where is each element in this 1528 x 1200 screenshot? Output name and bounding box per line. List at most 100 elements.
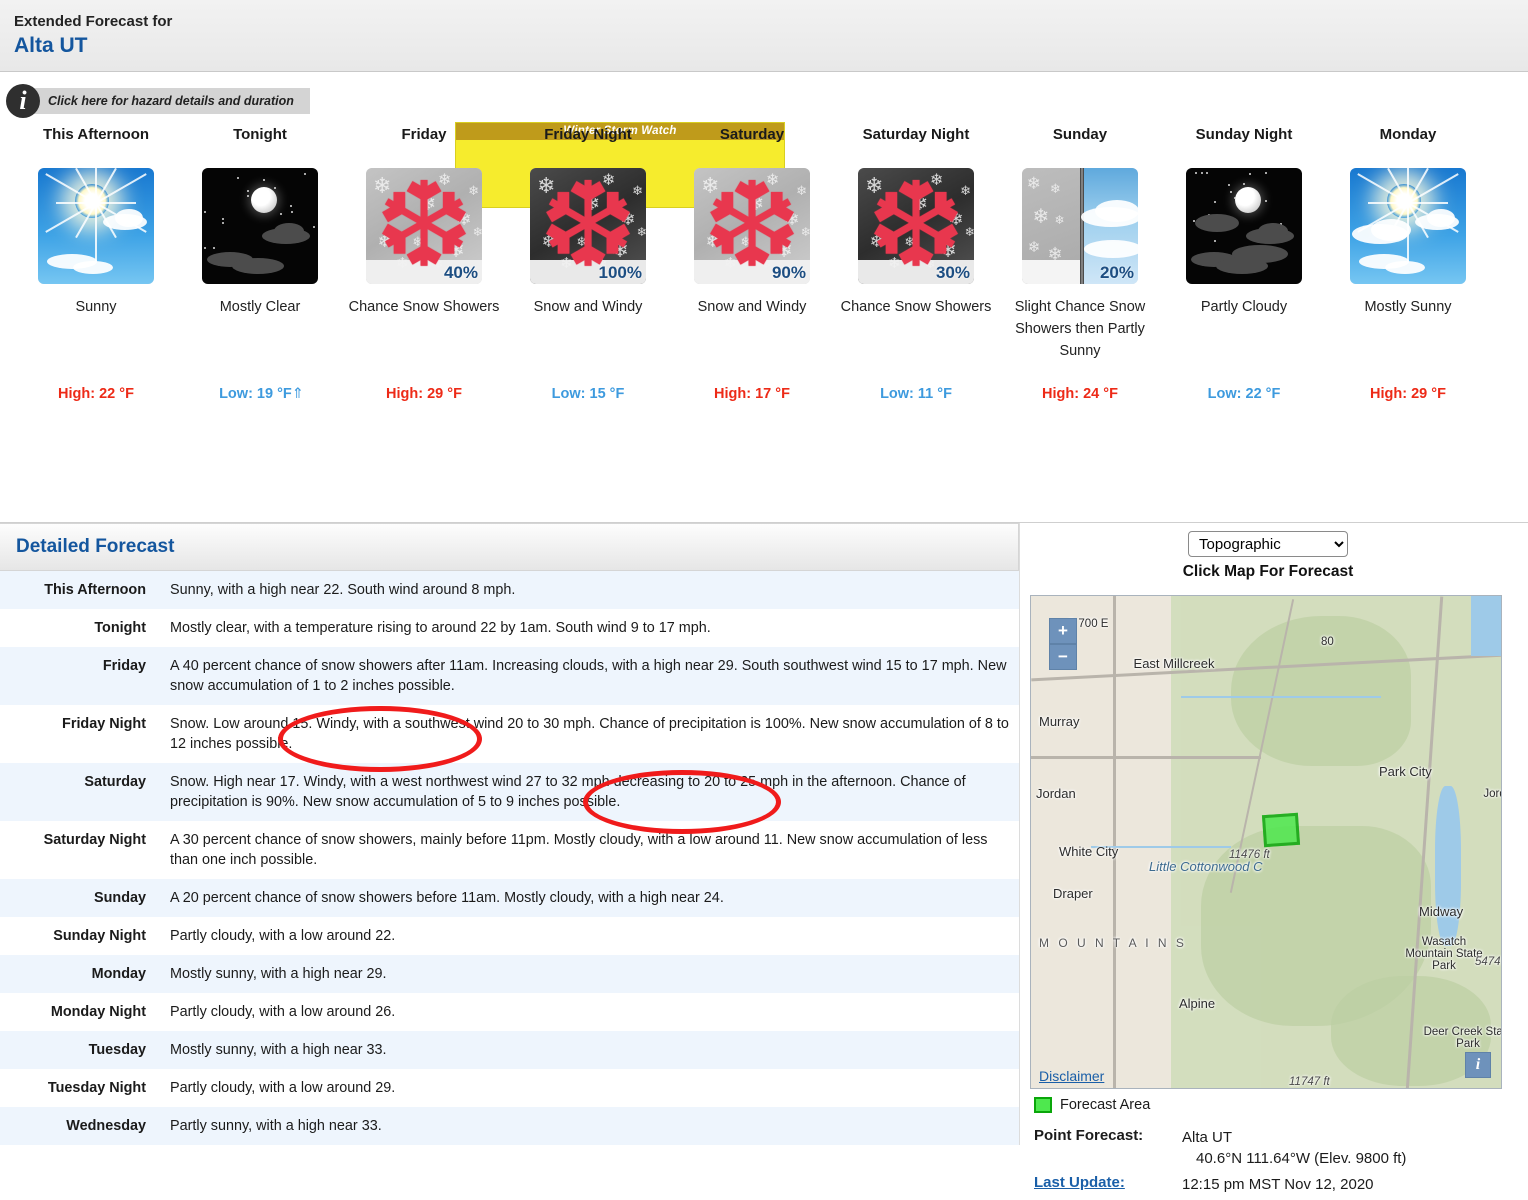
forecast-short-description: Snow and Windy xyxy=(670,296,834,384)
table-row: Sunday A 20 percent chance of snow shower… xyxy=(0,879,1019,917)
detailed-forecast-text: A 40 percent chance of snow showers afte… xyxy=(160,647,1019,705)
map-zoom-in-button[interactable]: + xyxy=(1049,618,1077,644)
forecast-column-1: Tonight Mostly Clear Low: 19 °F⇑ xyxy=(178,122,342,404)
page-header: Extended Forecast for Alta UT xyxy=(0,0,1528,72)
table-row: Tuesday Mostly sunny, with a high near 33… xyxy=(0,1031,1019,1069)
forecast-column-0: This Afternoon Sunny High: 22 °F xyxy=(14,122,178,404)
map-label: Deer Creek State Park xyxy=(1423,1026,1502,1050)
page-title: Alta UT xyxy=(14,33,1528,59)
partly-cloudy-night-icon[interactable] xyxy=(1186,168,1302,284)
detailed-forecast-text: Mostly sunny, with a high near 33. xyxy=(160,1031,1019,1069)
forecast-column-3: Friday Night ❄ ❄ ❄ ❄ ❄ ❄ ❄ ❄ ❄ ❄ ❄ ❄ ❆ 100% Snow and Wi… xyxy=(506,122,670,404)
detailed-forecast-text: A 30 percent chance of snow showers, mai… xyxy=(160,821,1019,879)
forecast-temperature: High: 24 °F xyxy=(998,384,1162,404)
detailed-forecast-text: Partly cloudy, with a low around 26. xyxy=(160,993,1019,1031)
map-disclaimer-link[interactable]: Disclaimer xyxy=(1039,1068,1104,1084)
forecast-short-description: Mostly Sunny xyxy=(1326,296,1490,384)
table-row: Saturday Night A 30 percent chance of sno… xyxy=(0,821,1019,879)
forecast-short-description: Slight Chance Snow Showers then Partly S… xyxy=(998,296,1162,384)
forecast-temperature: High: 17 °F xyxy=(670,384,834,404)
slight-chance-snow-then-partly-sunny-icon[interactable]: ❄❄❄❄❄❄❄20% xyxy=(1022,168,1138,284)
forecast-columns: This Afternoon Sunny High: 22 °F Tonight Mos… xyxy=(0,122,1528,404)
detailed-forecast-period-label: This Afternoon xyxy=(0,571,160,609)
detailed-forecast-period-label: Friday Night xyxy=(0,705,160,763)
map-label: 11747 ft xyxy=(1289,1076,1330,1088)
detailed-forecast-period-label: Saturday xyxy=(0,763,160,821)
point-forecast-coords: 40.6°N 111.64°W (Elev. 9800 ft) xyxy=(1182,1148,1406,1169)
snow-and-windy-night-icon[interactable]: ❄ ❄ ❄ ❄ ❄ ❄ ❄ ❄ ❄ ❄ ❄ ❄ ❆ 100% xyxy=(530,168,646,284)
map-label: Midway xyxy=(1419,904,1463,919)
precip-probability: 100% xyxy=(599,263,642,283)
forecast-temperature: Low: 22 °F xyxy=(1162,384,1326,404)
table-row: Tuesday Night Partly cloudy, with a low a… xyxy=(0,1069,1019,1107)
last-update-link[interactable]: Last Update: xyxy=(1034,1174,1182,1195)
point-forecast-value: Alta UT 40.6°N 111.64°W (Elev. 9800 ft) xyxy=(1182,1127,1406,1169)
detailed-forecast-table: This Afternoon Sunny, with a high near 22… xyxy=(0,571,1019,1145)
precip-probability: 20% xyxy=(1100,263,1134,283)
table-row: Friday A 40 percent chance of snow shower… xyxy=(0,647,1019,705)
last-update-value: 12:15 pm MST Nov 12, 2020 xyxy=(1182,1174,1374,1195)
last-update-row: Last Update: 12:15 pm MST Nov 12, 2020 xyxy=(1034,1174,1506,1195)
detailed-forecast-period-label: Friday xyxy=(0,647,160,705)
map-type-select[interactable]: Topographic xyxy=(1188,531,1348,557)
point-forecast-info: Point Forecast: Alta UT 40.6°N 111.64°W … xyxy=(1030,1127,1506,1195)
chance-snow-showers-night-icon[interactable]: ❄ ❄ ❄ ❄ ❄ ❄ ❄ ❄ ❄ ❄ ❄ ❄ ❆ 30% xyxy=(858,168,974,284)
forecast-day-name: Friday xyxy=(342,122,506,168)
table-row: Monday Night Partly cloudy, with a low ar… xyxy=(0,993,1019,1031)
detailed-forecast-text: Snow. Low around 15. Windy, with a south… xyxy=(160,705,1019,763)
detailed-forecast-text: Mostly clear, with a temperature rising … xyxy=(160,609,1019,647)
detailed-forecast-period-label: Sunday xyxy=(0,879,160,917)
forecast-short-description: Sunny xyxy=(14,296,178,384)
forecast-column-7: Sunday Night Partly Cloudy Low: 22 °F xyxy=(1162,122,1326,404)
point-forecast-key: Point Forecast: xyxy=(1034,1127,1182,1169)
map-label: Murray xyxy=(1039,714,1079,729)
detailed-forecast-period-label: Tuesday xyxy=(0,1031,160,1069)
hazard-text: Click here for hazard details and durati… xyxy=(48,94,294,108)
forecast-temperature: High: 29 °F xyxy=(1326,384,1490,404)
mostly-clear-night-icon[interactable] xyxy=(202,168,318,284)
forecast-area-marker[interactable] xyxy=(1262,813,1300,847)
table-row: Saturday Snow. High near 17. Windy, with … xyxy=(0,763,1019,821)
detailed-forecast-period-label: Sunday Night xyxy=(0,917,160,955)
info-icon: i xyxy=(6,84,40,118)
map-zoom-out-button[interactable]: − xyxy=(1049,644,1077,670)
map-label: Alpine xyxy=(1179,996,1215,1011)
detailed-forecast-header: Detailed Forecast xyxy=(0,523,1019,571)
forecast-day-name: Monday xyxy=(1326,122,1490,168)
forecast-map[interactable]: East Millcreek Murray Jordan White City Drap… xyxy=(1030,595,1502,1089)
point-forecast-place: Alta UT xyxy=(1182,1129,1232,1146)
forecast-day-name: Tonight xyxy=(178,122,342,168)
forecast-column-5: Saturday Night ❄ ❄ ❄ ❄ ❄ ❄ ❄ ❄ ❄ ❄ ❄ ❄ ❆ 30% Chance Sno… xyxy=(834,122,998,404)
map-label: Park City xyxy=(1379,764,1432,779)
forecast-day-name: This Afternoon xyxy=(14,122,178,168)
click-map-label: Click Map For Forecast xyxy=(1030,563,1506,581)
map-label: 5474 ft xyxy=(1475,956,1502,968)
forecast-day-name: Sunday Night xyxy=(1162,122,1326,168)
map-label: 11476 ft xyxy=(1229,849,1270,861)
sunny-icon[interactable] xyxy=(38,168,154,284)
point-forecast-row: Point Forecast: Alta UT 40.6°N 111.64°W … xyxy=(1034,1127,1506,1169)
hazard-wrap: i Click here for hazard details and dura… xyxy=(0,72,1528,114)
lower-section: Detailed Forecast This Afternoon Sunny, w… xyxy=(0,522,1528,1200)
hazard-details-link[interactable]: i Click here for hazard details and dura… xyxy=(20,88,310,114)
detailed-forecast-period-label: Monday xyxy=(0,955,160,993)
forecast-temperature: High: 22 °F xyxy=(14,384,178,404)
forecast-temperature: High: 29 °F xyxy=(342,384,506,404)
map-label: Little Cottonwood C xyxy=(1149,859,1262,874)
precip-probability: 30% xyxy=(936,263,970,283)
detailed-forecast-panel: Detailed Forecast This Afternoon Sunny, w… xyxy=(0,523,1020,1145)
mostly-sunny-icon[interactable] xyxy=(1350,168,1466,284)
map-label: Draper xyxy=(1053,886,1093,901)
table-row: Monday Mostly sunny, with a high near 29. xyxy=(0,955,1019,993)
chance-snow-showers-icon[interactable]: ❄ ❄ ❄ ❄ ❄ ❄ ❄ ❄ ❄ ❄ ❄ ❄ ❆ 40% xyxy=(366,168,482,284)
forecast-short-description: Chance Snow Showers xyxy=(834,296,998,384)
snow-and-windy-icon[interactable]: ❄ ❄ ❄ ❄ ❄ ❄ ❄ ❄ ❄ ❄ ❄ ❄ ❆ 90% xyxy=(694,168,810,284)
rising-temperature-arrow-icon: ⇑ xyxy=(292,386,301,402)
detailed-forecast-period-label: Wednesday xyxy=(0,1107,160,1145)
forecast-short-description: Partly Cloudy xyxy=(1162,296,1326,384)
detailed-forecast-text: Partly cloudy, with a low around 29. xyxy=(160,1069,1019,1107)
map-info-button[interactable]: i xyxy=(1465,1052,1491,1078)
forecast-area-swatch xyxy=(1034,1097,1052,1113)
map-label: 80 xyxy=(1321,636,1334,648)
forecast-column-4: Saturday ❄ ❄ ❄ ❄ ❄ ❄ ❄ ❄ ❄ ❄ ❄ ❄ ❆ 90% Snow and Windy Hi… xyxy=(670,122,834,404)
